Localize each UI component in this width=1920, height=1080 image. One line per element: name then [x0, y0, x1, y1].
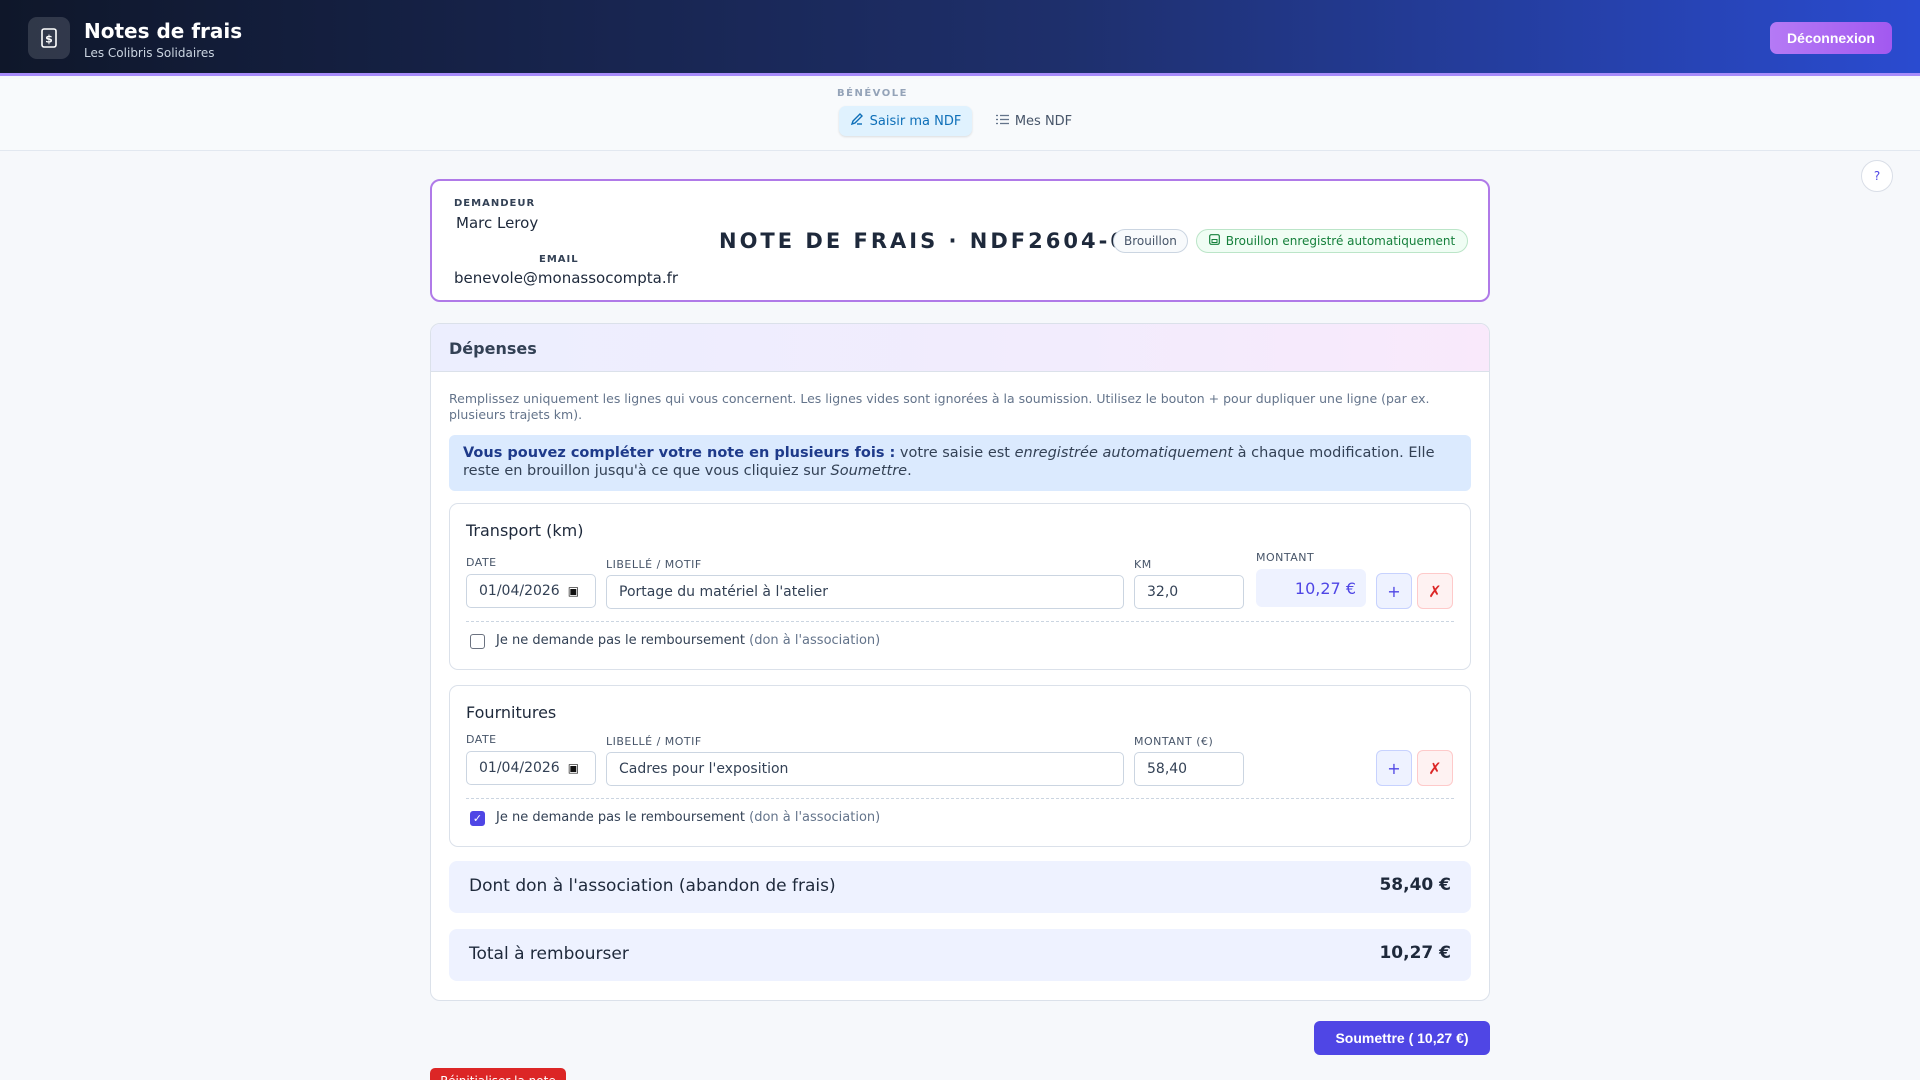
requester-email: benevole@monassocompta.fr — [454, 269, 679, 287]
motif-label: LIBELLÉ / MOTIF — [606, 735, 702, 748]
page-title: NOTE DE FRAIS · NDF2604-0004 — [719, 229, 1181, 253]
no-refund-hint: (don à l'association) — [749, 633, 881, 648]
requester-name: Marc Leroy — [456, 214, 539, 232]
help-button[interactable]: ? — [1861, 160, 1893, 192]
delete-line-button[interactable]: ✗ — [1417, 573, 1453, 609]
svg-text:$: $ — [45, 33, 53, 46]
list-icon — [995, 114, 1009, 129]
motif-label: LIBELLÉ / MOTIF — [606, 558, 702, 571]
info-bold: Vous pouvez compléter votre note en plus… — [463, 445, 896, 461]
duplicate-line-button[interactable]: + — [1376, 573, 1412, 609]
submit-button[interactable]: Soumettre ( 10,27 €) — [1314, 1021, 1490, 1055]
date-input[interactable]: 01/04/2026 ▣ — [466, 751, 596, 785]
section-title: Dépenses — [449, 339, 537, 358]
nav-bar: BÉNÉVOLE Saisir ma NDF Mes NDF — [0, 79, 1920, 151]
total-label: Total à rembourser — [469, 944, 629, 964]
tab-label: Mes NDF — [1014, 113, 1073, 129]
refund-total-bar: Total à rembourser 10,27 € — [449, 929, 1471, 981]
expenses-intro: Remplissez uniquement les lignes qui vou… — [449, 391, 1430, 422]
montant-label: MONTANT — [1256, 551, 1315, 564]
km-label: KM — [1134, 558, 1152, 571]
no-refund-text: Je ne demande pas le remboursement — [496, 810, 745, 825]
requester-label: DEMANDEUR — [454, 198, 536, 209]
request-header-card: DEMANDEUR Marc Leroy EMAIL benevole@mona… — [430, 179, 1490, 302]
line-title: Fournitures — [466, 703, 557, 722]
montant-value: 10,27 € — [1256, 569, 1366, 607]
date-label: DATE — [466, 733, 497, 746]
info-italic: Soumettre — [830, 463, 908, 479]
motif-input[interactable]: Portage du matériel à l'atelier — [606, 575, 1124, 609]
app-subtitle: Les Colibris Solidaires — [84, 46, 215, 60]
top-header: $ Notes de frais Les Colibris Solidaires… — [0, 0, 1920, 76]
montant-label: MONTANT (€) — [1134, 735, 1214, 748]
calendar-icon: ▣ — [567, 761, 580, 775]
km-input[interactable]: 32,0 — [1134, 575, 1244, 609]
app-title: Notes de frais — [84, 19, 243, 43]
delete-line-button[interactable]: ✗ — [1417, 750, 1453, 786]
donation-label: Dont don à l'association (abandon de fra… — [469, 876, 836, 896]
role-label: BÉNÉVOLE — [837, 88, 908, 99]
duplicate-line-button[interactable]: + — [1376, 750, 1412, 786]
expenses-header: Dépenses — [431, 324, 1489, 372]
motif-input[interactable]: Cadres pour l'exposition — [606, 752, 1124, 786]
reset-button[interactable]: Réinitialiser la note — [430, 1068, 566, 1080]
montant-input[interactable]: 58,40 — [1134, 752, 1244, 786]
divider — [466, 621, 1454, 622]
calendar-icon: ▣ — [567, 584, 580, 598]
tab-saisir-ndf[interactable]: Saisir ma NDF — [839, 106, 972, 136]
info-box: Vous pouvez compléter votre note en plus… — [449, 435, 1471, 491]
no-refund-hint: (don à l'association) — [749, 810, 881, 825]
info-text: . — [907, 463, 912, 479]
no-refund-label: Je ne demande pas le remboursement (don … — [496, 810, 880, 825]
tab-mes-ndf[interactable]: Mes NDF — [984, 106, 1084, 136]
date-label: DATE — [466, 556, 497, 569]
no-refund-checkbox[interactable]: ✓ — [470, 811, 485, 826]
info-italic: enregistrée automatiquement — [1014, 445, 1234, 461]
info-text: votre saisie est — [895, 445, 1015, 461]
date-input[interactable]: 01/04/2026 ▣ — [466, 574, 596, 608]
donation-total-bar: Dont don à l'association (abandon de fra… — [449, 861, 1471, 913]
divider — [466, 798, 1454, 799]
line-title: Transport (km) — [466, 521, 584, 540]
expense-line-transport: Transport (km) DATE 01/04/2026 ▣ LIBELLÉ… — [449, 503, 1471, 670]
no-refund-text: Je ne demande pas le remboursement — [496, 633, 745, 648]
receipt-dollar-icon: $ — [28, 17, 70, 59]
date-value: 01/04/2026 — [479, 760, 560, 776]
no-refund-label: Je ne demande pas le remboursement (don … — [496, 633, 880, 648]
no-refund-checkbox[interactable] — [470, 634, 485, 649]
logout-button[interactable]: Déconnexion — [1770, 22, 1892, 54]
email-label: EMAIL — [539, 254, 579, 265]
tab-label: Saisir ma NDF — [869, 113, 962, 129]
autosave-badge: Brouillon enregistré automatiquement — [1196, 229, 1468, 253]
status-badge: Brouillon — [1113, 229, 1188, 253]
expense-line-fournitures: Fournitures DATE 01/04/2026 ▣ LIBELLÉ / … — [449, 685, 1471, 847]
date-value: 01/04/2026 — [479, 583, 560, 599]
save-icon — [1208, 234, 1220, 248]
expenses-card: Dépenses Remplissez uniquement les ligne… — [430, 323, 1490, 1001]
pen-icon — [850, 112, 864, 130]
autosave-text: Brouillon enregistré automatiquement — [1225, 234, 1456, 248]
donation-total: 58,40 € — [1379, 875, 1451, 895]
refund-total: 10,27 € — [1379, 943, 1451, 963]
